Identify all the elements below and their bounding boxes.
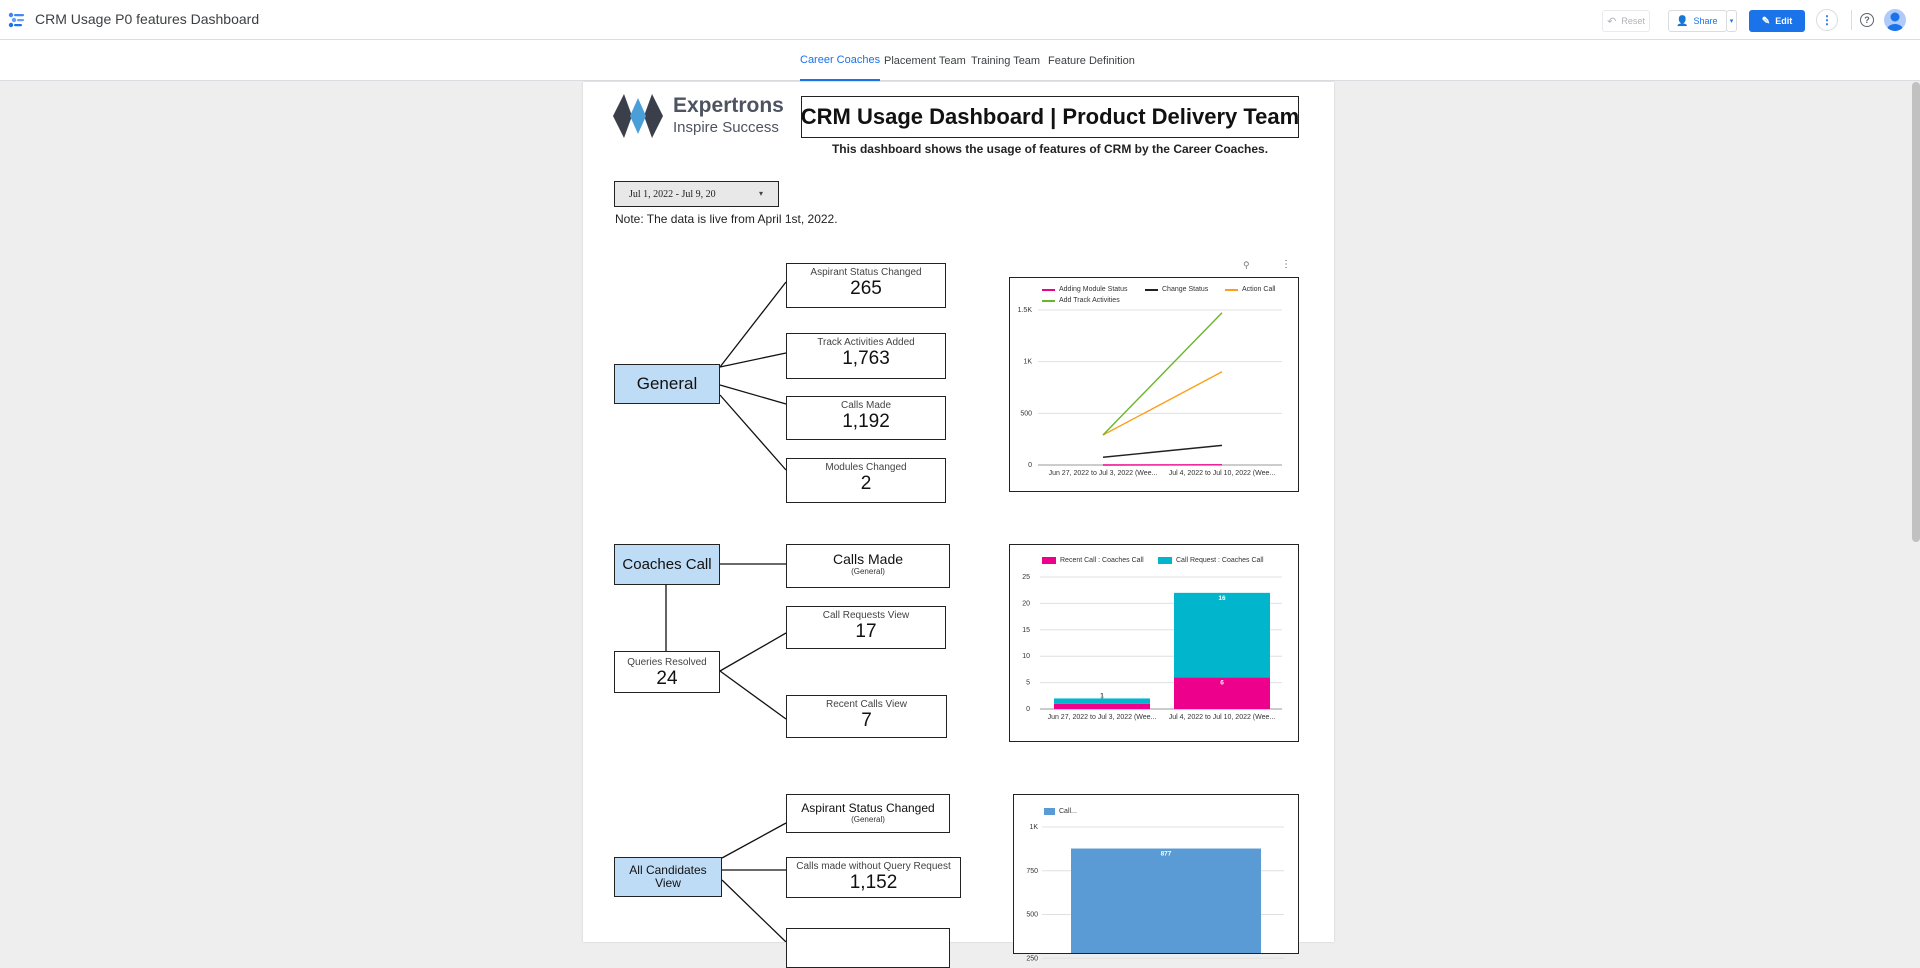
expertrons-logo: Expertrons Inspire Success: [613, 94, 813, 138]
more-vert-icon: ⋮: [1821, 14, 1833, 26]
share-button[interactable]: 👤 Share: [1668, 10, 1727, 32]
y-tick-label: 0: [1026, 706, 1030, 713]
series-line: [1103, 313, 1222, 435]
stacked-bar-plot: 051015202511Jun 27, 2022 to Jul 3, 2022 …: [1010, 545, 1298, 741]
explore-icon[interactable]: ⚲: [1243, 260, 1250, 271]
bar: [1071, 849, 1261, 953]
x-tick-label: Jun 27, 2022 to Jul 3, 2022 (Wee...: [1048, 714, 1157, 721]
y-tick-label: 1.5K: [1018, 307, 1033, 314]
looker-studio-logo-icon[interactable]: [8, 12, 26, 28]
logo-name: Expertrons: [673, 94, 784, 118]
y-tick-label: 20: [1022, 600, 1030, 607]
metric-modules-changed: Modules Changed 2: [786, 458, 946, 503]
chart-more-icon[interactable]: ⋮: [1281, 259, 1291, 270]
more-options-button[interactable]: ⋮: [1816, 9, 1838, 31]
data-label: 16: [1218, 595, 1226, 602]
tab-placement-team[interactable]: Placement Team: [884, 40, 966, 81]
metric-aspirant-status-changed-general: Aspirant Status Changed (General): [786, 794, 950, 833]
page-scrollbar[interactable]: [1912, 82, 1920, 542]
metric-call-requests-view: Call Requests View 17: [786, 606, 946, 649]
y-tick-label: 0: [1028, 462, 1032, 469]
metric-track-activities-added: Track Activities Added 1,763: [786, 333, 946, 379]
metric-calls-made: Calls Made 1,192: [786, 396, 946, 440]
stacked-bar-segment: [1174, 593, 1270, 677]
y-tick-label: 1K: [1023, 359, 1032, 366]
report-title[interactable]: CRM Usage P0 features Dashboard: [35, 11, 259, 27]
y-tick-label: 15: [1022, 627, 1030, 634]
data-label: 6: [1220, 679, 1224, 686]
y-tick-label: 1K: [1029, 824, 1038, 831]
tab-feature-definition[interactable]: Feature Definition: [1048, 40, 1135, 81]
add-person-icon: 👤: [1676, 16, 1688, 27]
metric-calls-made-general: Calls Made (General): [786, 544, 950, 588]
date-range-picker[interactable]: Jul 1, 2022 - Jul 9, 20 ▾: [614, 181, 779, 207]
y-tick-label: 25: [1022, 574, 1030, 581]
calls-bar-plot: 2505007501K877: [1014, 795, 1298, 953]
logo-tagline: Inspire Success: [673, 119, 779, 136]
calls-bar-chart: Call... 2505007501K877: [1013, 794, 1299, 954]
tab-career-coaches[interactable]: Career Coaches: [800, 40, 880, 81]
data-label: 1: [1100, 692, 1104, 699]
y-tick-label: 250: [1026, 955, 1038, 962]
y-tick-label: 500: [1026, 912, 1038, 919]
x-tick-label: Jul 4, 2022 to Jul 10, 2022 (Wee...: [1169, 470, 1276, 477]
stacked-bar-chart: Recent Call : Coaches Call Call Request …: [1009, 544, 1299, 742]
dashboard-subtitle: This dashboard shows the usage of featur…: [801, 142, 1299, 156]
metric-aspirant-status-changed: Aspirant Status Changed 265: [786, 263, 946, 308]
series-line: [1103, 445, 1222, 457]
data-note: Note: The data is live from April 1st, 2…: [615, 212, 838, 226]
metric-box-partial: [786, 928, 950, 968]
dashboard-title: CRM Usage Dashboard | Product Delivery T…: [801, 96, 1299, 138]
line-chart: Adding Module Status Change Status Actio…: [1009, 277, 1299, 492]
y-tick-label: 10: [1022, 653, 1030, 660]
category-coaches-call: Coaches Call: [614, 544, 720, 585]
x-tick-label: Jun 27, 2022 to Jul 3, 2022 (Wee...: [1049, 470, 1158, 477]
reset-button[interactable]: ↶ Reset: [1602, 10, 1650, 32]
dropdown-arrow-icon: ▾: [759, 189, 763, 198]
series-line: [1103, 372, 1222, 435]
page-tabs: Career Coaches Placement Team Training T…: [0, 40, 1920, 81]
share-dropdown-button[interactable]: ▾: [1726, 10, 1737, 32]
y-tick-label: 750: [1026, 868, 1038, 875]
y-tick-label: 5: [1026, 680, 1030, 687]
data-label: 877: [1161, 851, 1172, 858]
expertrons-logo-icon: [613, 94, 663, 138]
category-all-candidates-view: All Candidates View: [614, 857, 722, 897]
pencil-icon: ✎: [1762, 16, 1770, 27]
top-bar: CRM Usage P0 features Dashboard ↶ Reset …: [0, 0, 1920, 40]
category-general: General: [614, 364, 720, 404]
help-icon: ?: [1864, 15, 1870, 25]
line-plot: 0 500 1K 1.5K Jun 27, 2022 to Jul 3, 2022 (W…: [1010, 278, 1298, 491]
avatar[interactable]: [1884, 9, 1906, 31]
tab-training-team[interactable]: Training Team: [971, 40, 1040, 81]
metric-recent-calls-view: Recent Calls View 7: [786, 695, 947, 738]
metric-queries-resolved: Queries Resolved 24: [614, 651, 720, 693]
chevron-down-icon: ▾: [1730, 17, 1734, 25]
divider: [1851, 10, 1852, 30]
y-tick-label: 500: [1020, 410, 1032, 417]
undo-icon: ↶: [1607, 15, 1616, 28]
help-button[interactable]: ?: [1860, 13, 1874, 27]
report-canvas: Expertrons Inspire Success CRM Usage Das…: [583, 82, 1334, 942]
edit-button[interactable]: ✎ Edit: [1749, 10, 1805, 32]
metric-calls-without-query-request: Calls made without Query Request 1,152: [786, 857, 961, 898]
x-tick-label: Jul 4, 2022 to Jul 10, 2022 (Wee...: [1169, 714, 1276, 721]
